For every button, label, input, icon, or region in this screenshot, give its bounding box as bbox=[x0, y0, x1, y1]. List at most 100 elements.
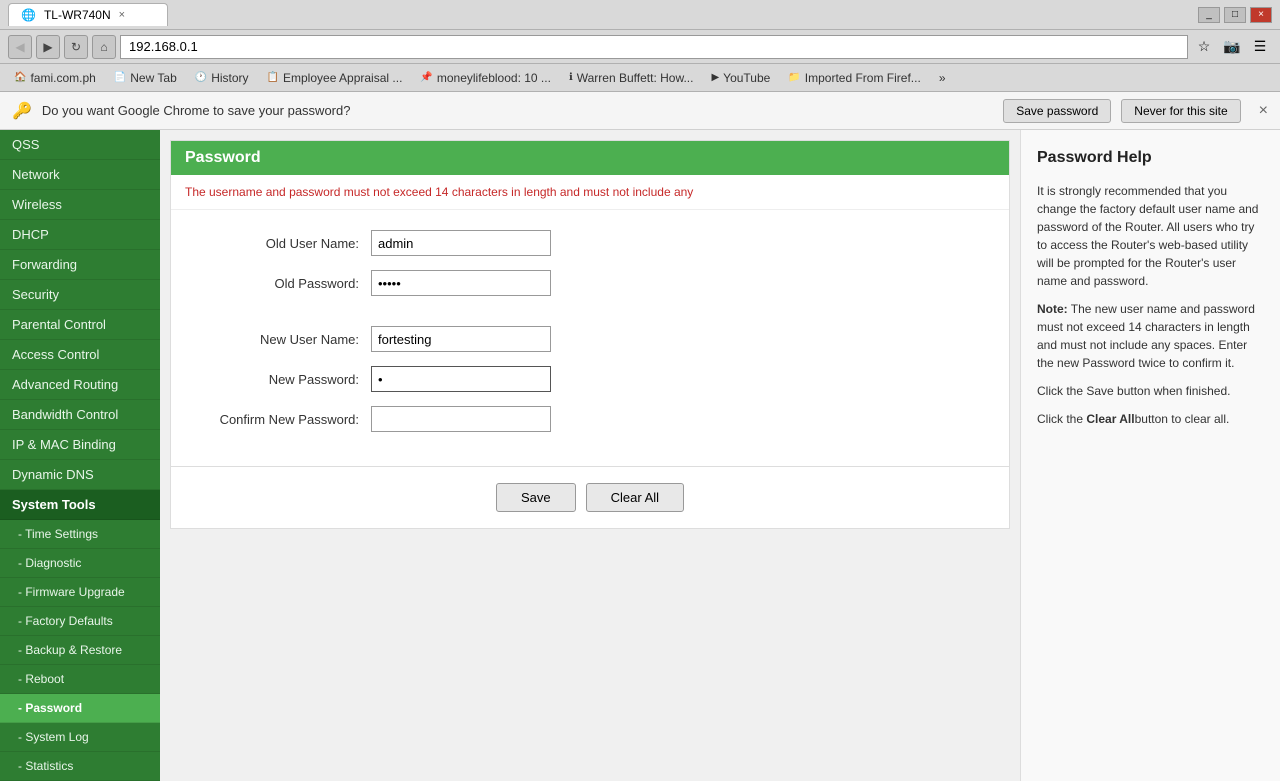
sidebar-item-access[interactable]: Access Control bbox=[0, 340, 160, 370]
help-save-hint: Click the Save button when finished. bbox=[1037, 382, 1264, 400]
bookmark-history[interactable]: 🕐 History bbox=[189, 69, 255, 87]
bookmark-youtube[interactable]: ▶ YouTube bbox=[705, 69, 776, 87]
sidebar-item-bandwidth[interactable]: Bandwidth Control bbox=[0, 400, 160, 430]
warning-text: The username and password must not excee… bbox=[171, 175, 1009, 210]
router-body: QSS Network Wireless DHCP Forwarding Sec… bbox=[0, 130, 1280, 781]
password-bar-close-icon[interactable]: × bbox=[1259, 102, 1268, 120]
bookmark-newtab-label: New Tab bbox=[130, 71, 176, 85]
window-controls: _ □ × bbox=[1198, 7, 1272, 23]
password-bar-message: Do you want Google Chrome to save your p… bbox=[42, 103, 993, 118]
confirm-password-row: Confirm New Password: bbox=[211, 406, 969, 432]
bookmark-newtab-icon: 📄 bbox=[114, 72, 126, 83]
old-username-label: Old User Name: bbox=[211, 236, 371, 251]
home-button[interactable]: ⌂ bbox=[92, 35, 116, 59]
bookmark-imported-label: Imported From Firef... bbox=[805, 71, 921, 85]
browser-tab[interactable]: 🌐 TL-WR740N × bbox=[8, 3, 168, 26]
bookmark-moneylife-label: moneylifeblood: 10 ... bbox=[437, 71, 551, 85]
sidebar-item-systemtools[interactable]: System Tools bbox=[0, 490, 160, 520]
bookmark-fami-label: fami.com.ph bbox=[30, 71, 95, 85]
bookmarks-bar: 🏠 fami.com.ph 📄 New Tab 🕐 History 📋 Empl… bbox=[0, 64, 1280, 92]
sidebar-item-backup[interactable]: - Backup & Restore bbox=[0, 636, 160, 665]
help-note: Note: The new user name and password mus… bbox=[1037, 300, 1264, 372]
back-button[interactable]: ◀ bbox=[8, 35, 32, 59]
help-title: Password Help bbox=[1037, 146, 1264, 170]
bookmark-appraisal-label: Employee Appraisal ... bbox=[283, 71, 402, 85]
help-clear-hint2: button to clear all. bbox=[1135, 412, 1230, 426]
bookmark-appraisal[interactable]: 📋 Employee Appraisal ... bbox=[261, 69, 409, 87]
new-username-row: New User Name: bbox=[211, 326, 969, 352]
help-clear-hint-text: Click the bbox=[1037, 412, 1086, 426]
router-page: TP-LINK® 150M Wireless Lite N Router Mod… bbox=[0, 130, 1280, 720]
password-save-bar: 🔑 Do you want Google Chrome to save your… bbox=[0, 92, 1280, 130]
old-password-input[interactable] bbox=[371, 270, 551, 296]
sidebar-item-wireless[interactable]: Wireless bbox=[0, 190, 160, 220]
sidebar-item-statistics[interactable]: - Statistics bbox=[0, 752, 160, 781]
new-password-label: New Password: bbox=[211, 372, 371, 387]
help-panel: Password Help It is strongly recommended… bbox=[1020, 130, 1280, 781]
confirm-password-input[interactable] bbox=[371, 406, 551, 432]
extension-icon[interactable]: 📷 bbox=[1220, 35, 1244, 59]
sidebar-item-diagnostic[interactable]: - Diagnostic bbox=[0, 549, 160, 578]
password-form: Old User Name: Old Password: New User Na… bbox=[171, 210, 1009, 466]
sidebar-item-firmware[interactable]: - Firmware Upgrade bbox=[0, 578, 160, 607]
new-password-input[interactable] bbox=[371, 366, 551, 392]
confirm-password-label: Confirm New Password: bbox=[211, 412, 371, 427]
bookmark-newtab[interactable]: 📄 New Tab bbox=[108, 69, 183, 87]
never-password-button[interactable]: Never for this site bbox=[1121, 99, 1240, 123]
bookmark-star-icon[interactable]: ☆ bbox=[1192, 35, 1216, 59]
sidebar-item-ddns[interactable]: Dynamic DNS bbox=[0, 460, 160, 490]
sidebar-item-qss[interactable]: QSS bbox=[0, 130, 160, 160]
window-close-button[interactable]: × bbox=[1250, 7, 1272, 23]
sidebar-item-syslog[interactable]: - System Log bbox=[0, 723, 160, 752]
sidebar-item-security[interactable]: Security bbox=[0, 280, 160, 310]
bookmark-history-label: History bbox=[211, 71, 248, 85]
bookmark-buffett-icon: ℹ bbox=[569, 72, 573, 83]
save-password-button[interactable]: Save password bbox=[1003, 99, 1111, 123]
menu-icon[interactable]: ☰ bbox=[1248, 35, 1272, 59]
bookmark-imported-icon: 📁 bbox=[788, 72, 800, 83]
bookmarks-more[interactable]: » bbox=[933, 69, 952, 87]
bookmark-history-icon: 🕐 bbox=[195, 72, 207, 83]
save-button[interactable]: Save bbox=[496, 483, 576, 512]
browser-toolbar: ◀ ▶ ↻ ⌂ ☆ 📷 ☰ bbox=[0, 30, 1280, 64]
bookmark-moneylife[interactable]: 📌 moneylifeblood: 10 ... bbox=[414, 69, 557, 87]
sidebar-item-dhcp[interactable]: DHCP bbox=[0, 220, 160, 250]
sidebar-item-parental[interactable]: Parental Control bbox=[0, 310, 160, 340]
clear-all-button[interactable]: Clear All bbox=[586, 483, 684, 512]
new-password-row: New Password: bbox=[211, 366, 969, 392]
sidebar-item-reboot[interactable]: - Reboot bbox=[0, 665, 160, 694]
address-bar[interactable] bbox=[120, 35, 1188, 59]
sidebar-item-forwarding[interactable]: Forwarding bbox=[0, 250, 160, 280]
bookmark-moneylife-icon: 📌 bbox=[420, 72, 432, 83]
new-username-input[interactable] bbox=[371, 326, 551, 352]
tab-title: TL-WR740N bbox=[44, 8, 111, 22]
sidebar-item-time[interactable]: - Time Settings bbox=[0, 520, 160, 549]
forward-button[interactable]: ▶ bbox=[36, 35, 60, 59]
old-password-row: Old Password: bbox=[211, 270, 969, 296]
bookmark-youtube-icon: ▶ bbox=[711, 72, 719, 83]
tab-favicon: 🌐 bbox=[21, 8, 36, 22]
bookmark-buffett[interactable]: ℹ Warren Buffett: How... bbox=[563, 69, 700, 87]
help-clear-hint: Click the Clear Allbutton to clear all. bbox=[1037, 410, 1264, 428]
old-username-input[interactable] bbox=[371, 230, 551, 256]
minimize-button[interactable]: _ bbox=[1198, 7, 1220, 23]
toolbar-icons: ☆ 📷 ☰ bbox=[1192, 35, 1272, 59]
sidebar: QSS Network Wireless DHCP Forwarding Sec… bbox=[0, 130, 160, 781]
reload-button[interactable]: ↻ bbox=[64, 35, 88, 59]
bookmark-youtube-label: YouTube bbox=[723, 71, 770, 85]
sidebar-item-factory[interactable]: - Factory Defaults bbox=[0, 607, 160, 636]
bookmark-fami-icon: 🏠 bbox=[14, 72, 26, 83]
sidebar-item-ipmac[interactable]: IP & MAC Binding bbox=[0, 430, 160, 460]
bookmark-fami[interactable]: 🏠 fami.com.ph bbox=[8, 69, 102, 87]
tab-close-button[interactable]: × bbox=[119, 9, 125, 21]
main-content: Password The username and password must … bbox=[160, 130, 1020, 781]
bookmark-imported[interactable]: 📁 Imported From Firef... bbox=[782, 69, 926, 87]
maximize-button[interactable]: □ bbox=[1224, 7, 1246, 23]
panel-title: Password bbox=[171, 141, 1009, 175]
sidebar-item-password[interactable]: - Password bbox=[0, 694, 160, 723]
sidebar-item-network[interactable]: Network bbox=[0, 160, 160, 190]
content-panel: Password The username and password must … bbox=[170, 140, 1010, 529]
new-username-label: New User Name: bbox=[211, 332, 371, 347]
sidebar-item-advanced[interactable]: Advanced Routing bbox=[0, 370, 160, 400]
old-username-row: Old User Name: bbox=[211, 230, 969, 256]
